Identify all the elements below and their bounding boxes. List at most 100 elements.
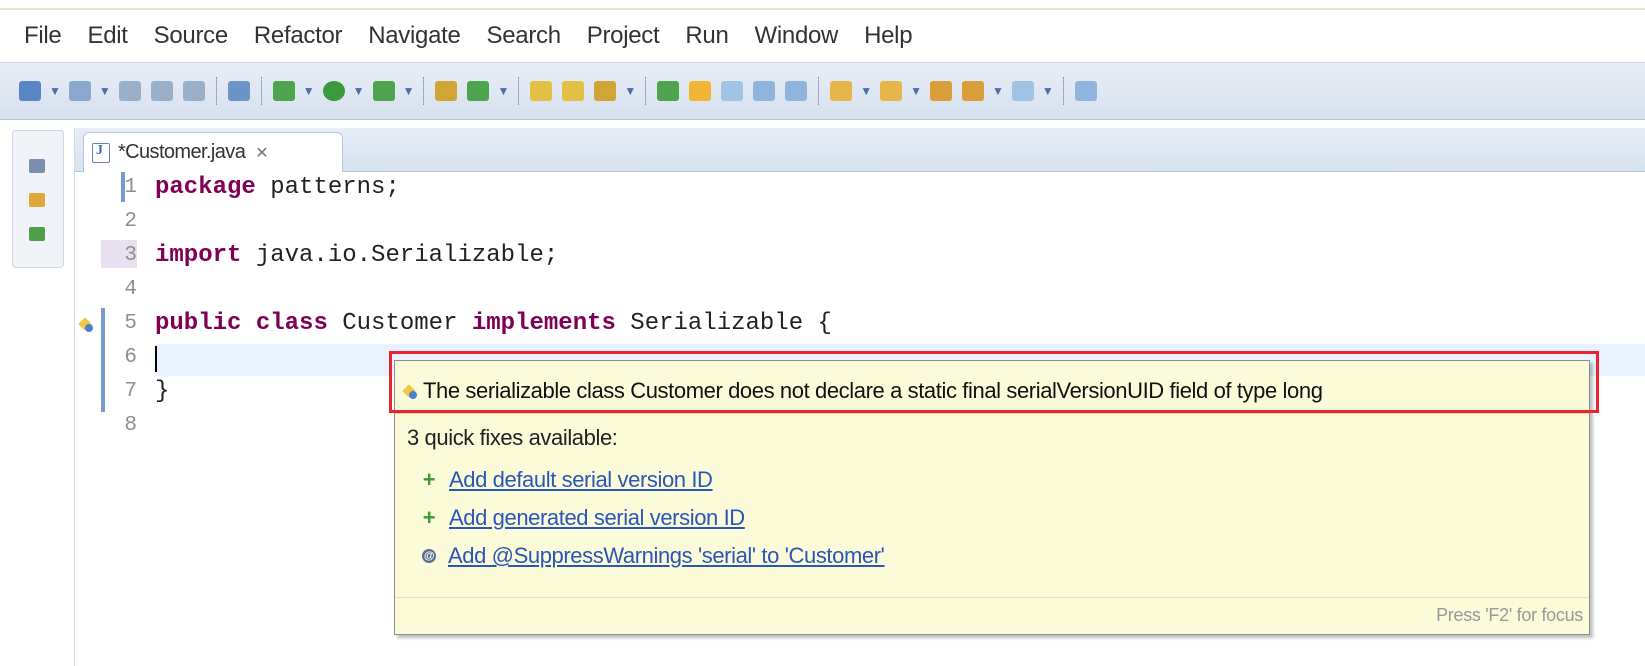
line-number: 2: [124, 210, 137, 233]
show-whitespace-icon[interactable]: [721, 81, 744, 101]
menu-navigate[interactable]: Navigate: [368, 22, 461, 50]
quickfix-count: 3 quick fixes available:: [407, 425, 618, 450]
menu-refactor[interactable]: Refactor: [254, 22, 343, 50]
class-name: Customer: [327, 310, 472, 337]
warning-icon: [403, 382, 419, 400]
back-icon[interactable]: [962, 81, 985, 101]
line-number: 4: [124, 278, 137, 301]
change-marker: [101, 308, 105, 412]
next-annotation-icon[interactable]: [830, 81, 853, 101]
toolbar-separator: [818, 77, 820, 105]
search-icon[interactable]: [227, 81, 250, 101]
code-text: patterns;: [255, 174, 400, 201]
quickfix-add-default-serial[interactable]: + Add default serial version ID: [421, 467, 713, 493]
code-line-6: [155, 346, 157, 373]
popup-divider: [395, 413, 1589, 414]
java-file-icon: [92, 142, 110, 163]
open-dropdown-arrow-icon[interactable]: ▼: [99, 84, 111, 98]
menu-source[interactable]: Source: [154, 22, 229, 50]
main-toolbar: ▼ ▼ ▼ ▼ ▼ ▼ ▼ ▼ ▼ ▼ ▼: [0, 62, 1645, 120]
line-number-ruler: 1 2 3 4 5 6 7 8: [101, 172, 151, 666]
external-tools-icon[interactable]: [372, 81, 395, 101]
toolbar-separator: [1062, 77, 1064, 105]
quickfix-add-suppresswarnings[interactable]: @ Add @SuppressWarnings 'serial' to 'Cus…: [421, 543, 885, 569]
keyword: package: [155, 174, 256, 201]
new-icon[interactable]: [19, 81, 41, 101]
forward-icon[interactable]: [1011, 81, 1034, 101]
previous-annotation-dropdown-arrow-icon[interactable]: ▼: [910, 84, 922, 98]
menu-run[interactable]: Run: [685, 22, 728, 50]
previous-annotation-icon[interactable]: [880, 81, 903, 101]
line-number: 6: [124, 346, 137, 369]
menu-file[interactable]: File: [24, 22, 62, 50]
save-all-icon[interactable]: [150, 81, 173, 101]
code-line-5: public class Customer implements Seriali…: [155, 310, 832, 337]
junit-icon[interactable]: [29, 227, 45, 241]
quickfix-link[interactable]: Add generated serial version ID: [449, 505, 745, 531]
line-number: 8: [124, 414, 137, 437]
code-line-3: import java.io.Serializable;: [155, 242, 558, 269]
popup-footer-divider: [395, 597, 1589, 598]
external-tools-dropdown-arrow-icon[interactable]: ▼: [403, 84, 415, 98]
quickfix-link[interactable]: Add default serial version ID: [449, 467, 713, 493]
toggle-mark-occurrences-icon[interactable]: [657, 81, 680, 101]
open-icon[interactable]: [68, 81, 91, 101]
back-dropdown-arrow-icon[interactable]: ▼: [992, 84, 1004, 98]
new-java-package-icon[interactable]: [435, 81, 458, 101]
show-source-of-selected-element-icon[interactable]: [785, 81, 808, 101]
tab-customer-java[interactable]: *Customer.java ✕: [83, 132, 343, 172]
save-icon[interactable]: [118, 81, 141, 101]
plus-icon: +: [422, 467, 436, 492]
keyword: import: [155, 242, 242, 269]
debug-dropdown-arrow-icon[interactable]: ▼: [303, 84, 315, 98]
forward-dropdown-arrow-icon[interactable]: ▼: [1042, 84, 1054, 98]
print-icon[interactable]: [182, 81, 205, 101]
block-selection-icon[interactable]: [753, 81, 776, 101]
run-dropdown-arrow-icon[interactable]: ▼: [353, 84, 365, 98]
new-dropdown-arrow-icon[interactable]: ▼: [49, 84, 61, 98]
left-trim-bar: [12, 130, 64, 268]
keyword: class: [255, 310, 328, 337]
open-perspective-icon[interactable]: [1074, 81, 1097, 101]
open-type-icon[interactable]: [530, 81, 553, 101]
toolbar-separator: [260, 77, 262, 105]
menu-window[interactable]: Window: [755, 22, 839, 50]
window-top-strip: [0, 0, 1645, 10]
editor-tab-bar: *Customer.java ✕: [75, 128, 1645, 172]
highlight-pen-icon[interactable]: [689, 81, 712, 101]
debug-icon[interactable]: [272, 81, 295, 101]
restore-icon[interactable]: [29, 159, 45, 173]
plus-icon: +: [422, 505, 436, 530]
quickfix-hover-popup[interactable]: The serializable class Customer does not…: [389, 351, 1599, 635]
text-caret: [155, 346, 157, 372]
toolbar-separator: [518, 77, 520, 105]
annotation-gutter[interactable]: [75, 172, 101, 666]
menu-help[interactable]: Help: [864, 22, 912, 50]
last-edit-location-icon[interactable]: [930, 81, 953, 101]
line-number: 7: [124, 380, 137, 403]
toolbar-separator: [423, 77, 425, 105]
toolbar-separator: [645, 77, 647, 105]
line-number: 3: [124, 244, 137, 267]
line-number: 1: [124, 176, 137, 199]
quickfix-link[interactable]: Add @SuppressWarnings 'serial' to 'Custo…: [448, 543, 885, 569]
pencil-dropdown-arrow-icon[interactable]: ▼: [624, 84, 636, 98]
code-text: Serializable {: [615, 310, 832, 337]
next-annotation-dropdown-arrow-icon[interactable]: ▼: [860, 84, 872, 98]
new-java-class-icon[interactable]: [467, 81, 490, 101]
problem-message: The serializable class Customer does not…: [403, 371, 1323, 411]
package-explorer-icon[interactable]: [29, 193, 45, 207]
close-icon[interactable]: ✕: [255, 143, 268, 163]
code-text: java.io.Serializable;: [241, 242, 559, 269]
open-task-icon[interactable]: [562, 81, 585, 101]
menu-edit[interactable]: Edit: [87, 22, 127, 50]
new-class-dropdown-arrow-icon[interactable]: ▼: [497, 84, 509, 98]
run-icon[interactable]: [322, 81, 345, 101]
menu-search[interactable]: Search: [487, 22, 562, 50]
problem-message-text: The serializable class Customer does not…: [423, 378, 1323, 403]
menu-project[interactable]: Project: [587, 22, 660, 50]
pencil-icon[interactable]: [594, 81, 617, 101]
annotation-icon: @: [422, 549, 436, 563]
quickfix-add-generated-serial[interactable]: + Add generated serial version ID: [421, 505, 745, 531]
quickfix-warning-icon[interactable]: [79, 316, 95, 332]
